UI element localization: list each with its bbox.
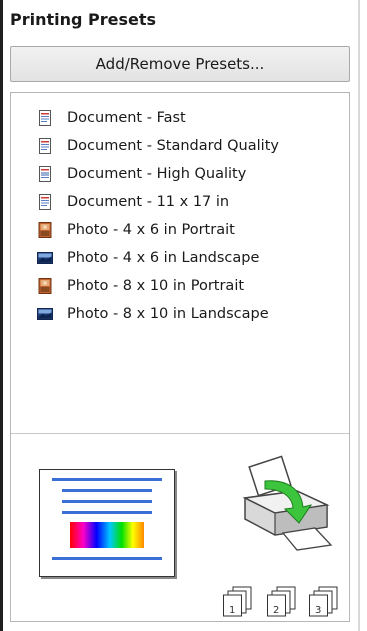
photo-landscape-icon [37, 250, 53, 266]
collate-page-3-icon: 3 [309, 585, 343, 617]
collate-page-2-icon: 2 [267, 585, 301, 617]
preset-item-document-standard[interactable]: Document - Standard Quality [11, 132, 349, 160]
svg-text:1: 1 [229, 605, 235, 616]
svg-text:3: 3 [315, 605, 321, 616]
preset-item-document-fast[interactable]: Document - Fast [11, 104, 349, 132]
preset-item-document-high-quality[interactable]: Document - High Quality [11, 160, 349, 188]
preset-label: Document - Fast [67, 110, 186, 126]
document-icon [37, 138, 53, 154]
add-remove-presets-button[interactable]: Add/Remove Presets... [10, 46, 350, 82]
photo-portrait-icon [37, 278, 53, 294]
preset-label: Document - 11 x 17 in [67, 194, 230, 210]
preset-item-photo-4x6-portrait[interactable]: Photo - 4 x 6 in Portrait [11, 216, 349, 244]
preset-item-photo-8x10-portrait[interactable]: Photo - 8 x 10 in Portrait [11, 272, 349, 300]
document-icon [37, 194, 53, 210]
document-icon [37, 110, 53, 126]
preset-label: Photo - 8 x 10 in Portrait [67, 278, 245, 294]
preset-label: Photo - 8 x 10 in Landscape [67, 306, 269, 322]
preset-label: Document - Standard Quality [67, 138, 279, 154]
collate-page-1-icon: 1 [223, 585, 257, 617]
document-preview-icon [39, 469, 175, 577]
photo-landscape-icon [37, 306, 53, 322]
preset-item-photo-8x10-landscape[interactable]: Photo - 8 x 10 in Landscape [11, 300, 349, 328]
preset-label: Document - High Quality [67, 166, 247, 182]
printer-icon [235, 453, 335, 553]
document-high-quality-icon [37, 166, 53, 182]
panel-left-border [0, 0, 3, 631]
photo-portrait-icon [37, 222, 53, 238]
svg-text:2: 2 [273, 605, 279, 616]
preset-label: Photo - 4 x 6 in Landscape [67, 250, 260, 266]
preset-item-document-11x17[interactable]: Document - 11 x 17 in [11, 188, 349, 216]
preset-label: Photo - 4 x 6 in Portrait [67, 222, 235, 238]
printing-presets-panel: Printing Presets Add/Remove Presets... D… [0, 0, 360, 631]
preview-divider [11, 433, 349, 434]
preset-list-box: Document - Fast Document - Standard Qual… [10, 92, 350, 622]
preset-list: Document - Fast Document - Standard Qual… [11, 93, 349, 328]
preset-item-photo-4x6-landscape[interactable]: Photo - 4 x 6 in Landscape [11, 244, 349, 272]
panel-title: Printing Presets [10, 10, 157, 29]
